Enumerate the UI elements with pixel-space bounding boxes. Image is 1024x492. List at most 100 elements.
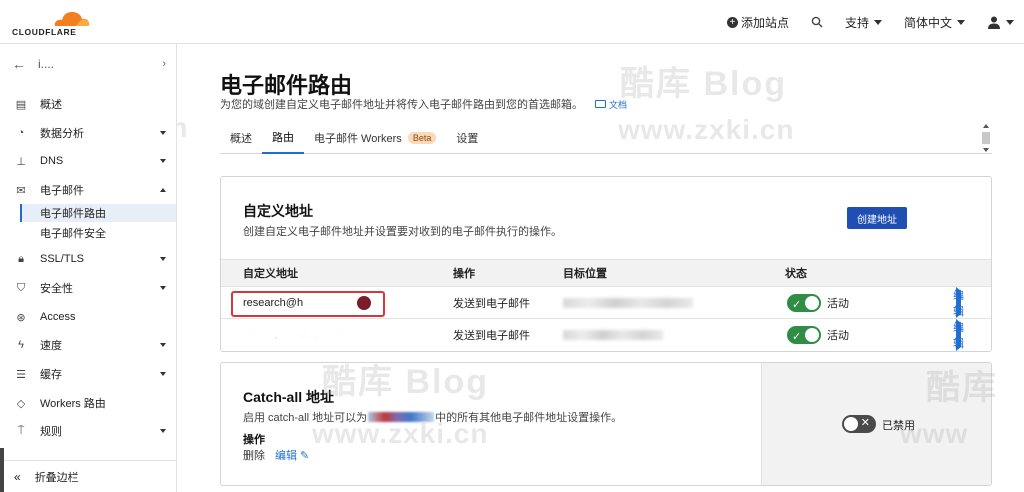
sidebar-subitem-label: 电子邮件安全: [40, 228, 106, 240]
shield-icon: ⛉: [16, 281, 26, 294]
status-text: 活动: [827, 330, 849, 342]
triangle-right-icon: [956, 287, 961, 318]
x-icon: ✕: [860, 417, 870, 429]
chevron-down-icon: [957, 19, 965, 25]
scroll-up-icon: [983, 124, 989, 128]
catch-all-description: 启用 catch-all 地址可以为 中的所有其他电子邮件地址设置操作。: [243, 409, 622, 425]
window-edge: [0, 448, 4, 492]
redaction-mark: [357, 296, 371, 310]
sidebar-item-access[interactable]: ⊛ Access: [0, 306, 176, 328]
triangle-right-icon: [956, 319, 961, 351]
catch-all-edit-label: 编辑: [275, 450, 297, 462]
address-cell: research@h: [243, 296, 304, 309]
main-content: 电子邮件路由 为您的域创建自定义电子邮件地址并将传入电子邮件路由到您的首选邮箱。…: [178, 44, 1024, 492]
actions-label: 操作: [243, 434, 265, 446]
account-name: i....: [38, 57, 55, 71]
network-icon: ⊥: [16, 155, 26, 168]
docs-link[interactable]: 文档: [595, 98, 627, 111]
sidebar-item-security[interactable]: ⛉ 安全性: [0, 277, 176, 299]
cloudflare-logo[interactable]: CLOUDFLARE: [10, 6, 90, 38]
sidebar-item-workers-routes[interactable]: ◇ Workers 路由: [0, 392, 176, 414]
email-icon: ✉: [16, 184, 26, 197]
table-row: research@h 发送到电子邮件 ✓ 活动 编辑: [221, 287, 991, 319]
status-toggle[interactable]: ✓: [787, 294, 821, 312]
access-icon: ⊛: [16, 311, 26, 324]
destination-blurred: [563, 298, 693, 308]
support-menu[interactable]: 支持: [845, 14, 882, 31]
tab-scrollbar[interactable]: [981, 124, 991, 152]
catch-all-edit-link[interactable]: 编辑 ✎: [275, 447, 309, 463]
tab-label: 设置: [456, 132, 479, 145]
page-subtitle: 为您的域创建自定义电子邮件地址并将传入电子邮件路由到您的首选邮箱。 文档: [220, 96, 627, 112]
cache-icon: ☰: [16, 368, 26, 381]
user-menu[interactable]: [987, 15, 1014, 29]
catch-all-desc-before: 启用 catch-all 地址可以为: [243, 412, 368, 424]
chevron-up-icon: [160, 188, 166, 192]
sidebar-item-ssl-tls[interactable]: 🔒︎ SSL/TLS: [0, 248, 176, 270]
catch-all-toggle[interactable]: ✕: [842, 415, 876, 433]
chevron-down-icon: [160, 286, 166, 290]
action-cell: 发送到电子邮件: [453, 330, 530, 342]
tab-bar: 概述 路由 电子邮件 Workers Beta 设置: [220, 122, 992, 154]
lock-icon: 🔒︎: [18, 252, 24, 265]
sidebar-item-label: 数据分析: [40, 128, 84, 140]
destination-blurred: [563, 330, 663, 340]
chevron-down-icon: [160, 257, 166, 261]
sidebar-item-label: Access: [40, 311, 76, 323]
custom-address-title: 自定义地址: [243, 203, 313, 219]
user-icon: [988, 16, 1000, 29]
account-switcher[interactable]: ← i.... ›: [0, 52, 176, 76]
analytics-icon: ◔: [17, 127, 25, 139]
sidebar-item-label: 速度: [40, 340, 62, 352]
sidebar-item-dns[interactable]: ⊥ DNS: [0, 150, 176, 172]
success-annotation: 地址已经成功添加: [233, 325, 354, 343]
sidebar-item-cache[interactable]: ☰ 缓存: [0, 363, 176, 385]
chevron-down-icon: [1006, 19, 1014, 25]
create-address-button[interactable]: 创建地址: [847, 207, 907, 229]
chevron-right-icon: ›: [162, 58, 166, 70]
sidebar-item-label: DNS: [40, 155, 64, 167]
action-cell: 发送到电子邮件: [453, 297, 530, 310]
status-toggle[interactable]: ✓: [787, 326, 821, 344]
sidebar-subitem-label: 电子邮件路由: [40, 208, 106, 220]
sidebar-item-speed[interactable]: ϟ 速度: [0, 334, 176, 356]
delete-action[interactable]: 删除: [243, 447, 265, 463]
sidebar-item-label: SSL/TLS: [40, 253, 85, 265]
tab-settings[interactable]: 设置: [446, 122, 488, 154]
top-nav: + 添加站点 支持 简体中文: [726, 0, 1014, 44]
rules-icon: ⍑: [17, 424, 25, 437]
custom-address-card: 自定义地址 创建自定义电子邮件地址并设置要对收到的电子邮件执行的操作。 创建地址…: [220, 176, 992, 352]
add-site-label: 添加站点: [740, 15, 789, 30]
tab-overview[interactable]: 概述: [220, 122, 262, 154]
cloud-logo-icon: [54, 12, 90, 26]
toggle-knob: [805, 296, 819, 310]
sidebar-item-overview[interactable]: ▤ 概述: [0, 93, 176, 115]
chevron-down-icon: [160, 131, 166, 135]
tab-label: 路由: [272, 131, 294, 144]
sidebar-item-label: 电子邮件: [40, 185, 84, 197]
logo-text: CLOUDFLARE: [12, 27, 77, 37]
sidebar-item-analytics[interactable]: ◔ 数据分析: [0, 122, 176, 144]
search-icon: [811, 16, 823, 28]
search-button[interactable]: [811, 16, 823, 28]
double-chevron-left-icon: «: [14, 469, 21, 484]
language-menu[interactable]: 简体中文: [904, 14, 965, 31]
chevron-down-icon: [873, 19, 882, 25]
sidebar-item-label: 概述: [40, 99, 62, 111]
catch-all-actions: 删除 编辑 ✎: [243, 447, 309, 463]
support-label: 支持: [844, 15, 869, 30]
custom-address-description: 创建自定义电子邮件地址并设置要对收到的电子邮件执行的操作。: [243, 226, 562, 238]
sidebar-item-email[interactable]: ✉ 电子邮件: [0, 179, 176, 201]
add-site-button[interactable]: + 添加站点: [726, 14, 789, 31]
scroll-thumb[interactable]: [982, 132, 990, 144]
tab-email-workers[interactable]: 电子邮件 Workers Beta: [304, 122, 446, 154]
sidebar-item-label: Workers 路由: [40, 398, 106, 410]
catch-all-status: 已禁用: [882, 420, 915, 432]
column-header-action: 操作: [453, 268, 475, 280]
tab-routing[interactable]: 路由: [262, 122, 304, 154]
sidebar-subitem-email-security[interactable]: 电子邮件安全: [20, 224, 176, 242]
docs-link-label: 文档: [609, 99, 628, 110]
collapse-sidebar-button[interactable]: « 折叠边栏: [0, 460, 176, 492]
sidebar-subitem-email-routing[interactable]: 电子邮件路由: [20, 204, 176, 222]
sidebar-item-rules[interactable]: ⍑ 规则: [0, 420, 176, 442]
